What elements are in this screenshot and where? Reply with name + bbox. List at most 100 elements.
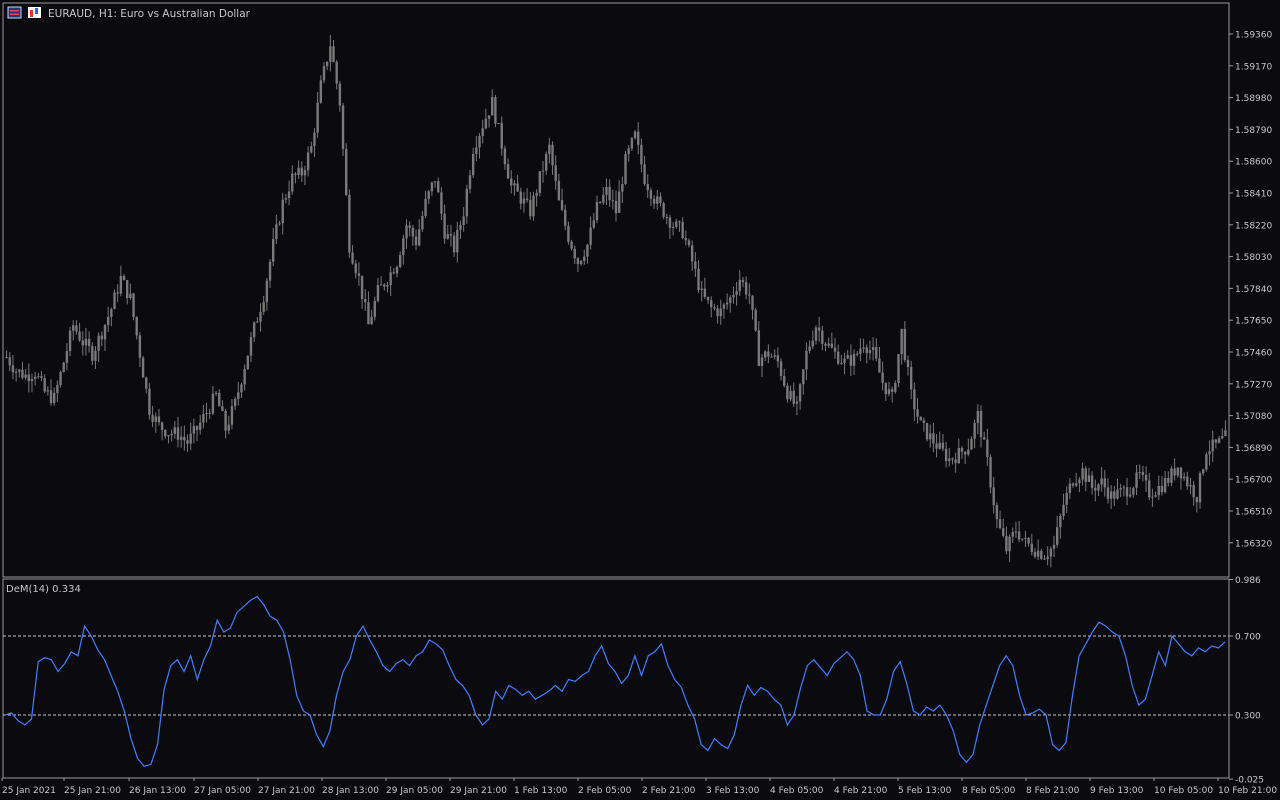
candle-body xyxy=(1135,472,1138,488)
candle-body xyxy=(982,437,986,440)
candle-body xyxy=(957,447,960,464)
candle-body xyxy=(252,322,256,338)
candle-body xyxy=(1078,479,1081,484)
candle-body xyxy=(465,188,469,217)
candle-body xyxy=(802,369,805,385)
candle-body xyxy=(402,238,405,256)
candle-body xyxy=(805,350,808,370)
candle-body xyxy=(579,260,583,265)
candle-body xyxy=(87,338,91,347)
candle-body xyxy=(1205,454,1208,470)
candle-body xyxy=(830,343,834,348)
candle-body xyxy=(341,105,345,149)
candle-body xyxy=(529,199,532,217)
candle xyxy=(141,355,145,378)
trade-icon[interactable] xyxy=(28,7,41,18)
candle-body xyxy=(179,436,183,440)
candle-body xyxy=(862,347,865,349)
time-tick-label: 26 Jan 13:00 xyxy=(129,786,186,796)
candle-body xyxy=(1138,472,1141,474)
candle-body xyxy=(443,213,446,239)
candle-body xyxy=(421,215,424,230)
time-tick-label: 8 Feb 05:00 xyxy=(962,786,1016,796)
candle-body xyxy=(783,376,786,386)
candle-body xyxy=(760,357,764,366)
candle-body xyxy=(281,199,284,224)
candle-body xyxy=(621,184,624,192)
candle-body xyxy=(738,279,741,292)
candle-body xyxy=(471,153,475,176)
candle-body xyxy=(1021,538,1024,540)
candle-body xyxy=(94,350,97,361)
candle-body xyxy=(948,458,951,462)
trading-chart[interactable]: EURAUD, H1: Euro vs Australian Dollar 1.… xyxy=(0,0,1280,800)
candle-body xyxy=(954,459,957,464)
candle-body xyxy=(852,353,856,366)
candle xyxy=(925,422,929,442)
candle-body xyxy=(1217,438,1221,443)
candle-body xyxy=(221,406,224,411)
candle-body xyxy=(932,433,935,444)
candle-body xyxy=(871,347,875,351)
price-tick-label: 1.56320 xyxy=(1235,539,1272,549)
candle-body xyxy=(287,191,291,199)
candle-body xyxy=(989,457,992,488)
candle-body xyxy=(167,435,170,437)
candle-body xyxy=(541,170,545,172)
candle-body xyxy=(1103,478,1106,488)
candle-body xyxy=(373,300,376,317)
candle-body xyxy=(1116,489,1119,499)
candle-body xyxy=(1109,491,1113,499)
candle-body xyxy=(11,365,15,373)
chart-title: EURAUD, H1: Euro vs Australian Dollar xyxy=(48,8,251,20)
candle-body xyxy=(681,222,684,238)
candle-body xyxy=(56,385,59,394)
candle-body xyxy=(821,330,824,344)
candle xyxy=(497,122,500,125)
candle-body xyxy=(475,147,478,154)
candle-body xyxy=(1208,451,1211,455)
candle-body xyxy=(386,285,389,287)
candle-body xyxy=(237,392,240,399)
candle-body xyxy=(767,351,770,357)
candle-body xyxy=(433,181,437,183)
candle-body xyxy=(719,308,722,317)
candle xyxy=(341,102,345,156)
candle-body xyxy=(208,413,211,415)
candle-body xyxy=(659,196,662,203)
candle-body xyxy=(1224,430,1227,437)
candle-body xyxy=(573,248,576,259)
chart-properties-icon[interactable] xyxy=(7,6,22,19)
candle-body xyxy=(160,422,164,430)
candle-body xyxy=(967,449,970,455)
candle-body xyxy=(205,413,208,415)
candle-body xyxy=(814,327,818,341)
candle-body xyxy=(1043,558,1046,560)
candle-body xyxy=(706,296,710,301)
candle-body xyxy=(84,338,88,346)
candle-body xyxy=(224,410,227,431)
candle-body xyxy=(678,221,681,223)
candle-body xyxy=(1113,491,1116,499)
candle-body xyxy=(1148,480,1151,498)
indicator-label: DeM(14) 0.334 xyxy=(6,584,81,595)
candle-body xyxy=(449,234,453,236)
candle-body xyxy=(868,350,872,354)
candle-body xyxy=(462,216,465,225)
candle-body xyxy=(811,340,814,347)
time-tick-label: 29 Jan 21:00 xyxy=(450,786,507,796)
candle-body xyxy=(1151,496,1154,498)
candle-body xyxy=(865,347,868,354)
candle-body xyxy=(1128,494,1132,497)
candle-body xyxy=(697,268,700,290)
candle-body xyxy=(887,389,891,395)
price-tick-label: 1.56890 xyxy=(1235,444,1272,454)
candle-body xyxy=(929,433,932,440)
candle-body xyxy=(1201,469,1205,474)
candle-body xyxy=(792,390,795,404)
candle-body xyxy=(376,284,380,301)
candle-body xyxy=(322,66,326,81)
candle-body xyxy=(1160,485,1164,492)
candle-body xyxy=(1214,439,1218,443)
candle-body xyxy=(1090,475,1094,488)
